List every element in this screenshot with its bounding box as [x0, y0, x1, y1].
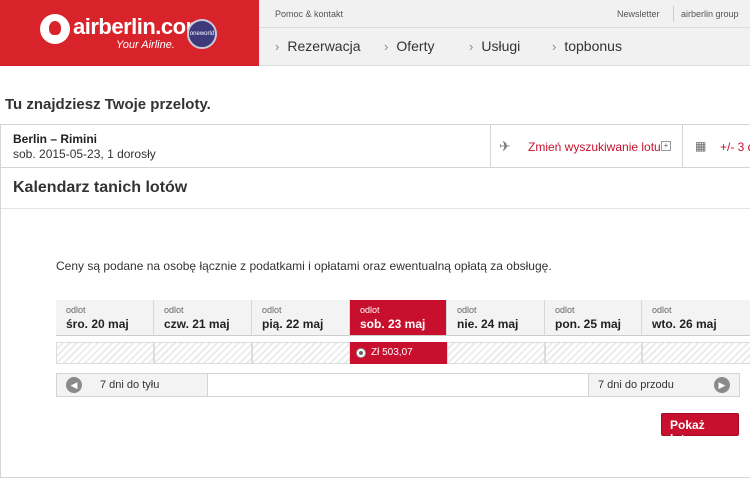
week-pager: ◀ 7 dni do tyłu 7 dni do przodu ▶ [56, 373, 740, 397]
nav-item-uslugi[interactable]: › Usługi [469, 38, 520, 54]
show-flights-button[interactable]: Pokaż loty ▶ [661, 413, 739, 446]
day-label: odlot [555, 305, 575, 315]
day-header-22[interactable]: odlot pią. 22 maj [252, 300, 350, 336]
day-header-26[interactable]: odlot wto. 26 maj [642, 300, 750, 336]
day-date: wto. 26 maj [652, 317, 717, 331]
day-date: sob. 23 maj [360, 317, 426, 331]
price-cell-empty [447, 342, 545, 364]
fare-radio[interactable] [356, 348, 366, 358]
airberlin-group-link[interactable]: airberlin group [681, 9, 739, 19]
day-label: odlot [164, 305, 184, 315]
arrow-right-circle-icon: ▶ [714, 377, 730, 393]
plus-box-icon[interactable]: + [661, 141, 671, 151]
logo-tagline: Your Airline. [116, 39, 175, 51]
grid-icon: ▦ [695, 139, 706, 153]
day-label: odlot [457, 305, 477, 315]
price-cell-empty [545, 342, 642, 364]
utility-divider [673, 6, 674, 22]
price-cell-empty [154, 342, 252, 364]
plane-icon: ✈ [499, 138, 511, 154]
chevron-right-icon: › [384, 39, 389, 54]
utility-bar: Pomoc & kontakt Newsletter airberlin gro… [259, 0, 750, 28]
day-date: czw. 21 maj [164, 317, 230, 331]
help-contact-link[interactable]: Pomoc & kontakt [275, 9, 343, 19]
price-cell-empty [252, 342, 350, 364]
next-week-label: 7 dni do przodu [598, 379, 674, 391]
day-label: odlot [652, 305, 672, 315]
newsletter-link[interactable]: Newsletter [617, 9, 660, 19]
price-cell-empty [56, 342, 154, 364]
calendar-panel: Kalendarz tanich lotów Ceny są podane na… [0, 168, 750, 478]
route-details: sob. 2015-05-23, 1 dorosły [13, 147, 156, 161]
day-header-24[interactable]: odlot nie. 24 maj [447, 300, 545, 336]
route-label: Berlin – Rimini [13, 132, 98, 146]
change-search-link[interactable]: Zmień wyszukiwanie lotu [528, 140, 661, 154]
day-label: odlot [66, 305, 86, 315]
oneworld-badge: oneworld [187, 19, 217, 49]
caret-right-icon: ▶ [694, 436, 701, 445]
summary-divider [682, 125, 683, 167]
nav-item-label: Rezerwacja [287, 38, 361, 54]
price-info-text: Ceny są podane na osobę łącznie z podatk… [56, 259, 552, 273]
summary-divider [490, 125, 491, 167]
chevron-right-icon: › [275, 39, 280, 54]
search-summary: Berlin – Rimini sob. 2015-05-23, 1 doros… [0, 124, 750, 168]
day-label: odlot [262, 305, 282, 315]
day-header-23-selected[interactable]: odlot sob. 23 maj [350, 300, 447, 336]
main-nav: › Rezerwacja › Oferty › Usługi › topbonus [259, 28, 750, 65]
chevron-right-icon: › [469, 39, 474, 54]
prev-week-label: 7 dni do tyłu [100, 379, 160, 391]
day-label: odlot [360, 305, 380, 315]
brand-header: airberlin.com Your Airline. oneworld [0, 0, 259, 66]
fare-price: Zł 503,07 [371, 347, 413, 358]
chevron-right-icon: › [552, 39, 557, 54]
top-navigation: Pomoc & kontakt Newsletter airberlin gro… [259, 0, 750, 66]
nav-item-oferty[interactable]: › Oferty [384, 38, 434, 54]
day-date: nie. 24 maj [457, 317, 519, 331]
nav-item-topbonus[interactable]: › topbonus [552, 38, 622, 54]
day-header-21[interactable]: odlot czw. 21 maj [154, 300, 252, 336]
logo-text[interactable]: airberlin.com [73, 14, 205, 40]
price-cell-selected[interactable]: Zł 503,07 [350, 342, 447, 364]
nav-item-label: Usługi [481, 38, 521, 54]
calendar-title: Kalendarz tanich lotów [13, 179, 188, 196]
page-title: Tu znajdziesz Twoje przeloty. [5, 96, 211, 113]
day-date: pią. 22 maj [262, 317, 324, 331]
nav-item-rezerwacja[interactable]: › Rezerwacja [275, 38, 360, 54]
day-header-20[interactable]: odlot śro. 20 maj [56, 300, 154, 336]
day-header-25[interactable]: odlot pon. 25 maj [545, 300, 642, 336]
panel-divider [1, 208, 750, 209]
next-week-button[interactable]: 7 dni do przodu ▶ [588, 374, 739, 396]
nav-item-label: topbonus [564, 38, 622, 54]
airberlin-logo-icon[interactable] [40, 14, 70, 44]
day-date: śro. 20 maj [66, 317, 129, 331]
price-cell-empty [642, 342, 750, 364]
arrow-left-circle-icon: ◀ [66, 377, 82, 393]
flex-days-link[interactable]: +/- 3 d [720, 140, 750, 154]
day-date: pon. 25 maj [555, 317, 622, 331]
nav-item-label: Oferty [396, 38, 435, 54]
prev-week-button[interactable]: ◀ 7 dni do tyłu [57, 374, 208, 396]
